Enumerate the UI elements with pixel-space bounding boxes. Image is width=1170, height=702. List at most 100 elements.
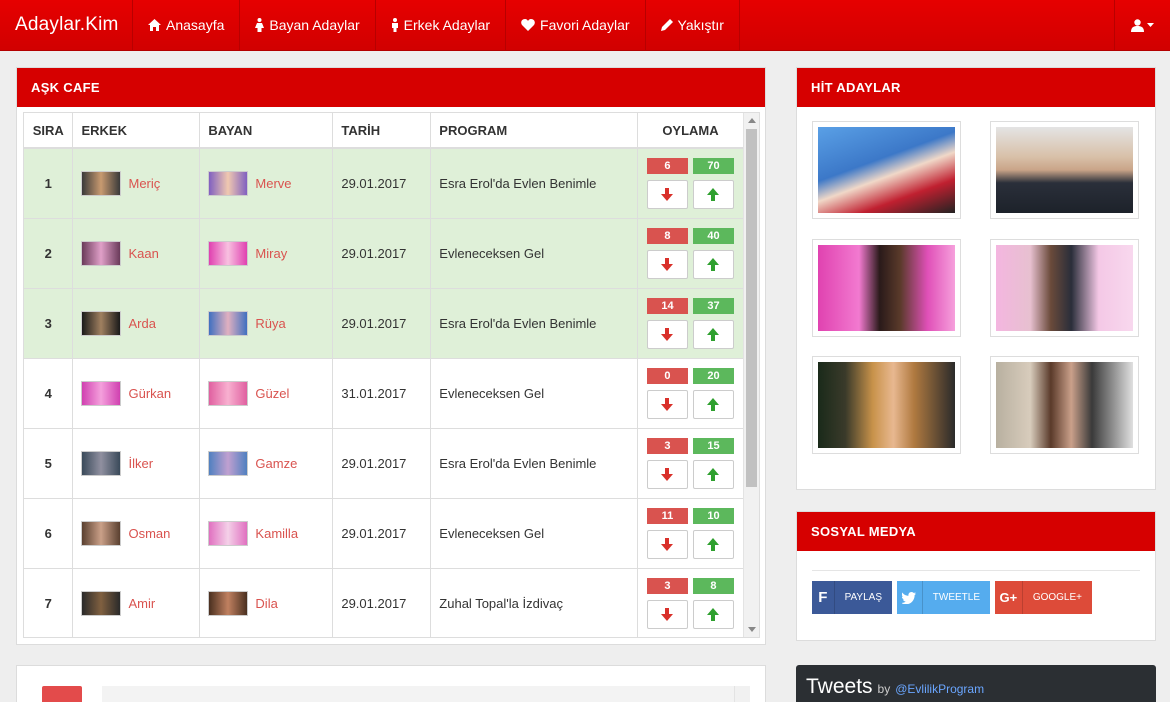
- nav-erkek-adaylar[interactable]: Erkek Adaylar: [376, 0, 507, 50]
- woman-person[interactable]: Dila: [208, 590, 324, 616]
- man-name-link[interactable]: Meriç: [128, 176, 160, 191]
- table-row: 4 Gürkan Güzel 31.01.2017 Evleneceksen G…: [24, 358, 745, 429]
- nav-yakistir-label: Yakıştır: [677, 17, 724, 33]
- hit-candidate-card[interactable]: [990, 239, 1139, 337]
- nav-anasayfa[interactable]: Anasayfa: [133, 0, 241, 50]
- man-avatar[interactable]: [81, 240, 122, 266]
- woman-person[interactable]: Güzel: [208, 380, 324, 406]
- downvote-button[interactable]: [646, 249, 688, 279]
- man-name-link[interactable]: Gürkan: [128, 386, 171, 401]
- woman-avatar[interactable]: [208, 380, 249, 406]
- woman-avatar[interactable]: [208, 240, 249, 266]
- hit-candidate-card[interactable]: [990, 121, 1139, 219]
- man-avatar[interactable]: [81, 170, 122, 196]
- brand-logo[interactable]: Adaylar.Kim: [0, 0, 133, 50]
- downvote-button[interactable]: [646, 319, 688, 349]
- facebook-share-button[interactable]: f PAYLAŞ: [812, 581, 892, 614]
- lower-panel-scrollbar[interactable]: [734, 686, 750, 702]
- man-avatar[interactable]: [81, 590, 122, 616]
- woman-name-link[interactable]: Kamilla: [255, 526, 298, 541]
- man-name-link[interactable]: İlker: [128, 456, 153, 471]
- scroll-down-arrow[interactable]: [748, 627, 756, 632]
- downvote-count: 6: [646, 157, 688, 174]
- man-person[interactable]: Meriç: [81, 170, 191, 196]
- nav-favori-adaylar[interactable]: Favori Adaylar: [506, 0, 646, 50]
- woman-name-link[interactable]: Gamze: [255, 456, 297, 471]
- woman-avatar[interactable]: [208, 310, 249, 336]
- rank-cell: 6: [24, 498, 74, 569]
- scroll-thumb[interactable]: [746, 129, 757, 487]
- man-name-link[interactable]: Amir: [128, 596, 155, 611]
- man-person[interactable]: Amir: [81, 590, 191, 616]
- woman-person[interactable]: Miray: [208, 240, 324, 266]
- downvote-button[interactable]: [646, 459, 688, 489]
- woman-cell: Kamilla: [199, 498, 334, 569]
- twitter-share-button[interactable]: TWEETLE: [897, 581, 990, 614]
- hit-candidate-card[interactable]: [812, 239, 961, 337]
- upvote-count: 40: [692, 227, 734, 244]
- man-person[interactable]: Arda: [81, 310, 191, 336]
- user-menu-button[interactable]: [1114, 0, 1170, 50]
- hit-candidate-card[interactable]: [812, 121, 961, 219]
- woman-name-link[interactable]: Güzel: [255, 386, 289, 401]
- google-plus-icon: g+: [995, 581, 1023, 614]
- ask-cafe-table-container[interactable]: SIRA ERKEK BAYAN TARİH PROGRAM OYLAMA 1 …: [23, 112, 760, 638]
- man-avatar[interactable]: [81, 380, 122, 406]
- upvote-button[interactable]: [692, 249, 734, 279]
- man-person[interactable]: Osman: [81, 520, 191, 546]
- twitter-share-label: TWEETLE: [932, 592, 980, 603]
- upvote-count: 70: [692, 157, 734, 174]
- arrow-down-icon: [661, 327, 674, 341]
- tweets-title: Tweets: [806, 675, 873, 698]
- man-avatar[interactable]: [81, 450, 122, 476]
- google-plus-share-button[interactable]: g+ GOOGLE+: [995, 581, 1092, 614]
- woman-name-link[interactable]: Dila: [255, 596, 277, 611]
- table-scrollbar[interactable]: [743, 113, 759, 637]
- downvote-button[interactable]: [646, 389, 688, 419]
- vote-buttons: [646, 249, 734, 279]
- col-program: PROGRAM: [430, 113, 638, 149]
- upvote-button[interactable]: [692, 179, 734, 209]
- woman-person[interactable]: Rüya: [208, 310, 324, 336]
- upvote-button[interactable]: [692, 319, 734, 349]
- downvote-button[interactable]: [646, 529, 688, 559]
- vote-counts: 3 15: [646, 437, 734, 454]
- man-avatar[interactable]: [81, 310, 122, 336]
- woman-avatar[interactable]: [208, 590, 249, 616]
- man-cell: Osman: [72, 498, 201, 569]
- social-buttons: f PAYLAŞ TWEETLE g+ GOOGLE+: [812, 581, 1092, 614]
- woman-avatar[interactable]: [208, 450, 249, 476]
- man-person[interactable]: Gürkan: [81, 380, 191, 406]
- woman-avatar[interactable]: [208, 170, 249, 196]
- date-cell: 29.01.2017: [332, 148, 432, 219]
- woman-name-link[interactable]: Merve: [255, 176, 291, 191]
- upvote-button[interactable]: [692, 599, 734, 629]
- tweets-handle-link[interactable]: @EvlilikProgram: [895, 682, 984, 696]
- man-name-link[interactable]: Kaan: [128, 246, 158, 261]
- woman-name-link[interactable]: Miray: [255, 246, 287, 261]
- man-name-link[interactable]: Osman: [128, 526, 170, 541]
- downvote-button[interactable]: [646, 179, 688, 209]
- upvote-button[interactable]: [692, 389, 734, 419]
- man-person[interactable]: Kaan: [81, 240, 191, 266]
- woman-person[interactable]: Merve: [208, 170, 324, 196]
- arrow-down-icon: [661, 397, 674, 411]
- man-avatar[interactable]: [81, 520, 122, 546]
- nav-bayan-adaylar[interactable]: Bayan Adaylar: [240, 0, 376, 50]
- female-icon: [255, 18, 265, 32]
- woman-person[interactable]: Kamilla: [208, 520, 324, 546]
- nav-yakistir[interactable]: Yakıştır: [646, 0, 740, 50]
- upvote-button[interactable]: [692, 529, 734, 559]
- upvote-button[interactable]: [692, 459, 734, 489]
- man-person[interactable]: İlker: [81, 450, 191, 476]
- woman-name-link[interactable]: Rüya: [255, 316, 285, 331]
- man-name-link[interactable]: Arda: [128, 316, 155, 331]
- woman-person[interactable]: Gamze: [208, 450, 324, 476]
- hit-candidate-card[interactable]: [990, 356, 1139, 454]
- downvote-button[interactable]: [646, 599, 688, 629]
- vote-group: 8 40: [646, 227, 735, 279]
- scroll-up-arrow[interactable]: [748, 118, 756, 123]
- hit-candidate-card[interactable]: [812, 356, 961, 454]
- woman-avatar[interactable]: [208, 520, 249, 546]
